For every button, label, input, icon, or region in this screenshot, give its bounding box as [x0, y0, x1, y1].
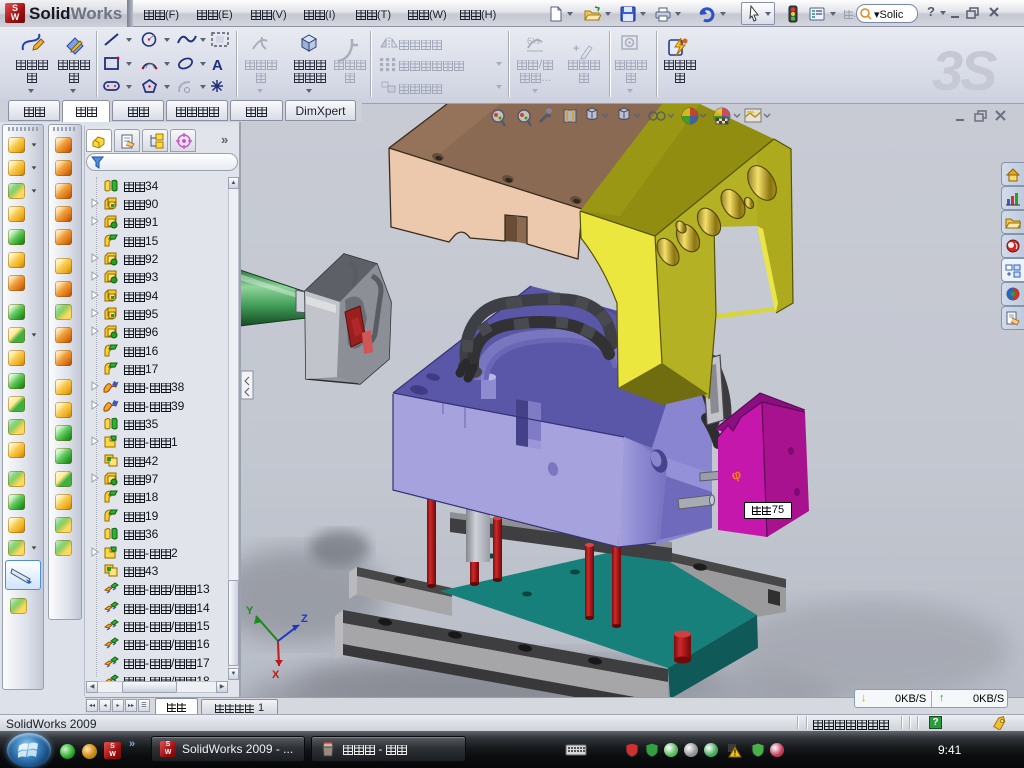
- svg-text:Y: Y: [246, 605, 254, 617]
- svg-text:6¼: 6¼: [527, 36, 540, 46]
- svg-text:X: X: [272, 669, 280, 681]
- svg-text:!: !: [734, 749, 737, 758]
- svg-text:A: A: [212, 57, 223, 72]
- svg-text:Z: Z: [301, 613, 308, 625]
- svg-text:+: +: [573, 43, 579, 55]
